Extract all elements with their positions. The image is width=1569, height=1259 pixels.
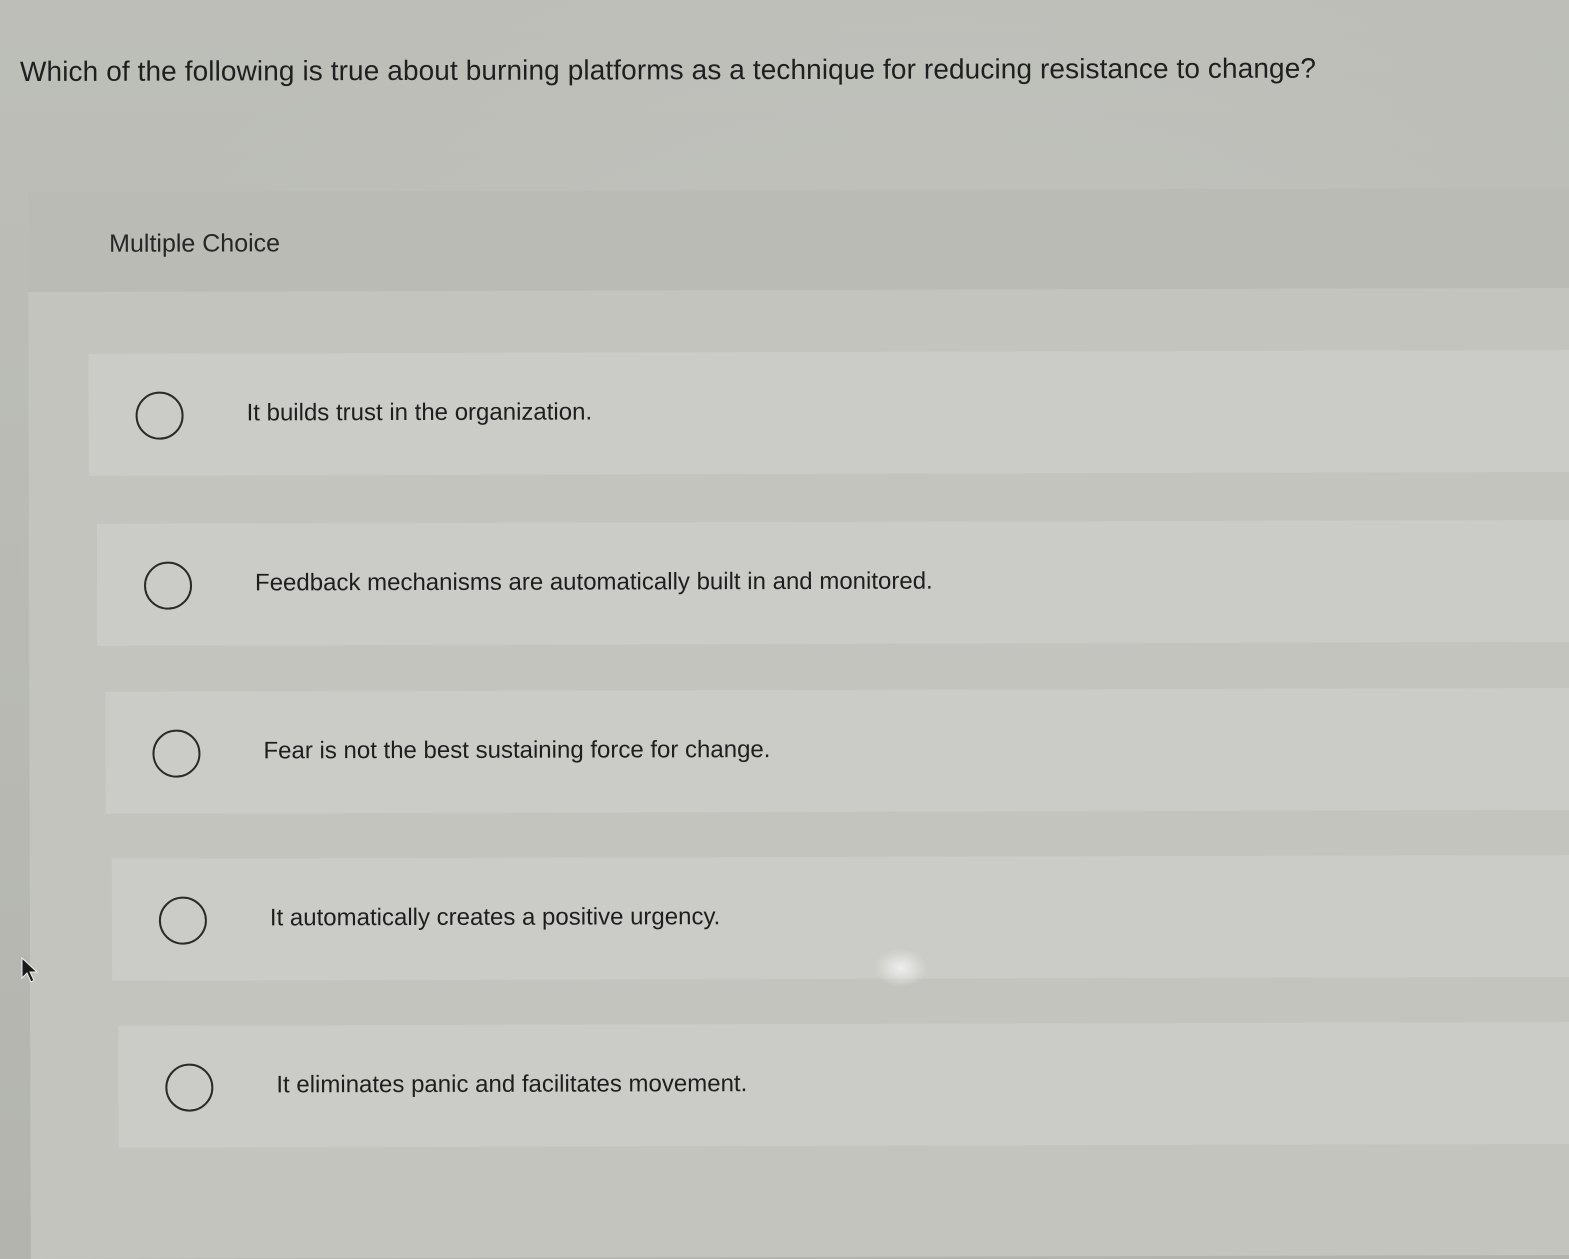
answer-option-4[interactable]: It automatically creates a positive urge… bbox=[111, 854, 1569, 981]
radio-button-unselected-icon[interactable] bbox=[165, 1063, 214, 1112]
radio-button-unselected-icon[interactable] bbox=[158, 896, 207, 945]
radio-button-unselected-icon[interactable] bbox=[152, 729, 201, 778]
answer-option-2[interactable]: Feedback mechanisms are automatically bu… bbox=[96, 519, 1569, 646]
answer-option-label: It eliminates panic and facilitates move… bbox=[276, 1070, 748, 1099]
screen-glare bbox=[876, 950, 926, 986]
answer-option-label: It automatically creates a positive urge… bbox=[269, 903, 721, 932]
multiple-choice-header: Multiple Choice bbox=[28, 187, 1569, 292]
answer-option-5[interactable]: It eliminates panic and facilitates move… bbox=[118, 1021, 1569, 1148]
question-prompt: Which of the following is true about bur… bbox=[19, 52, 1317, 87]
answer-option-label: Feedback mechanisms are automatically bu… bbox=[254, 567, 933, 597]
radio-button-unselected-icon[interactable] bbox=[135, 391, 184, 440]
answer-option-label: It builds trust in the organization. bbox=[246, 398, 593, 427]
answer-option-3[interactable]: Fear is not the best sustaining force fo… bbox=[105, 687, 1569, 814]
answer-option-label: Fear is not the best sustaining force fo… bbox=[263, 736, 771, 765]
radio-button-unselected-icon[interactable] bbox=[143, 561, 193, 610]
multiple-choice-panel: Multiple Choice It builds trust in the o… bbox=[28, 187, 1569, 1259]
mouse-pointer-icon bbox=[21, 956, 39, 983]
answer-option-1[interactable]: It builds trust in the organization. bbox=[88, 349, 1569, 476]
multiple-choice-title: Multiple Choice bbox=[109, 229, 281, 258]
